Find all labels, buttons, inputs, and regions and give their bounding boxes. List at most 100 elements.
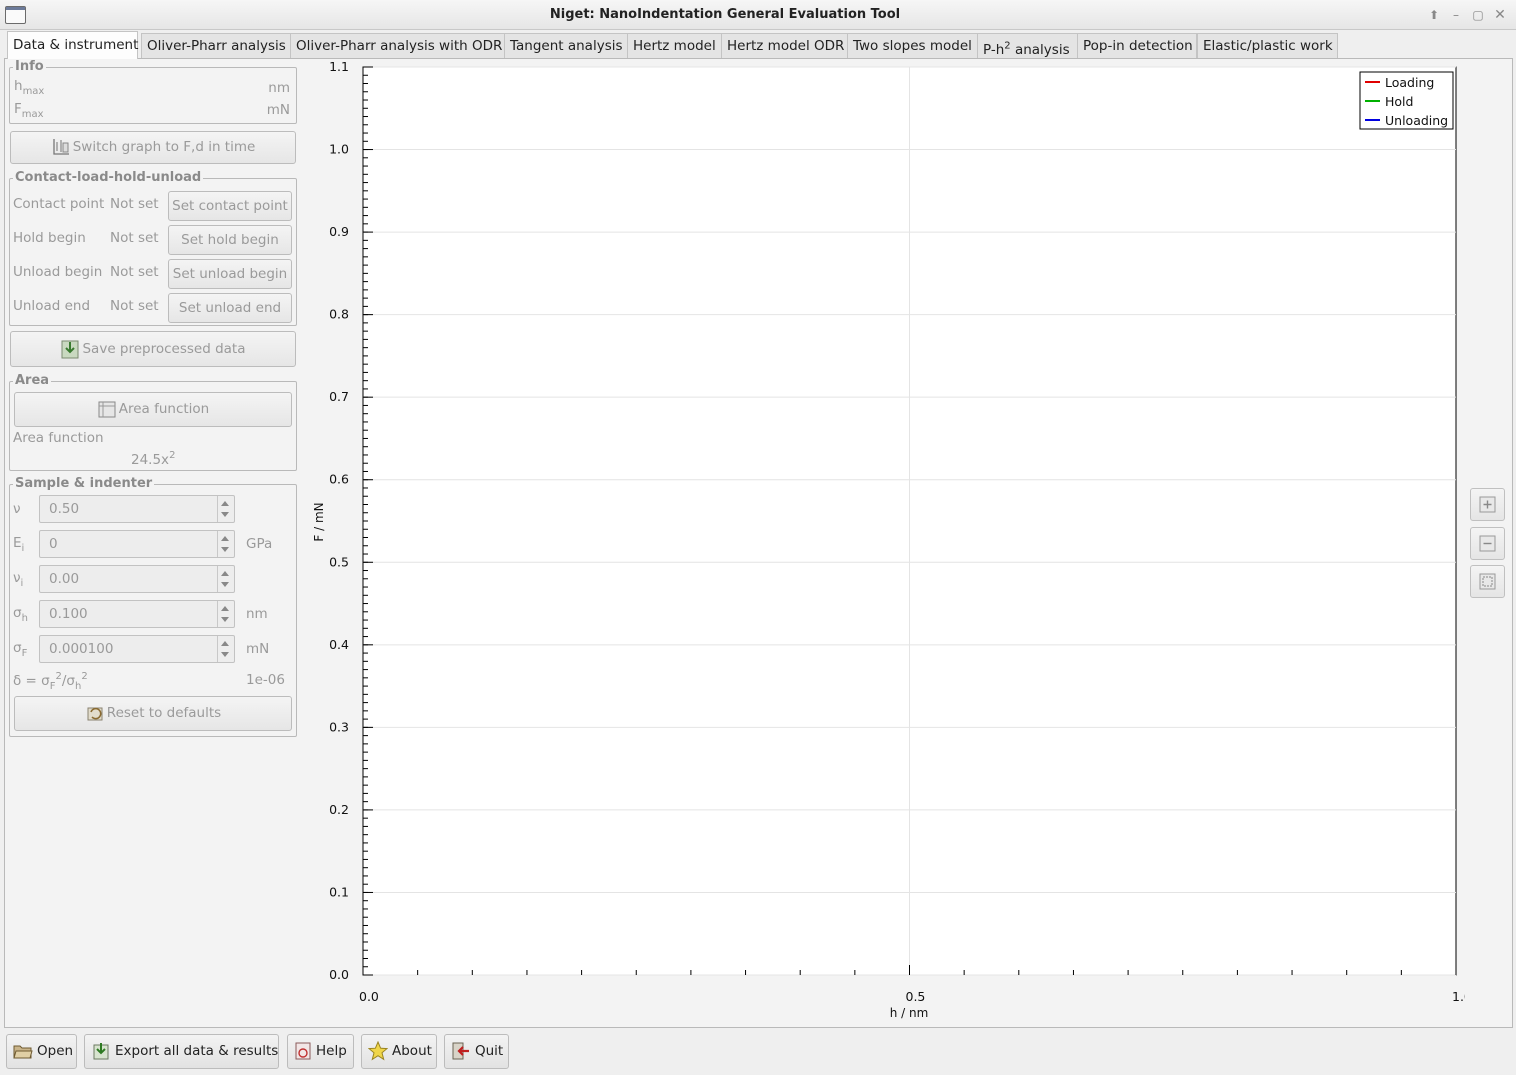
unload-end-label: Unload end — [13, 298, 91, 314]
delta-value: 1e-06 — [246, 672, 285, 688]
area-function-label: Area function — [13, 430, 104, 446]
tab-hertz-model[interactable]: Hertz model — [627, 33, 722, 58]
about-label: About — [392, 1043, 432, 1059]
hold-begin-label: Hold begin — [13, 230, 86, 246]
tab-oliver-pharr[interactable]: Oliver-Pharr analysis — [141, 33, 291, 58]
export-button[interactable]: Export all data & results — [84, 1034, 279, 1069]
delta-label: δ = σF2/σh2 — [13, 671, 88, 692]
set-contact-point-button[interactable]: Set contact point — [168, 191, 292, 221]
x-tick-label: 0.5 — [906, 989, 926, 1004]
spin-up-icon[interactable] — [221, 571, 229, 576]
y-axis-title: F / mN — [312, 502, 326, 541]
tab-label: Pop-in detection — [1083, 38, 1193, 54]
info-group: Info hmax nm Fmax mN — [9, 59, 297, 124]
nu-spinbox[interactable]: 0.50 — [39, 495, 235, 523]
tab-label: Elastic/plastic work — [1203, 38, 1333, 54]
contact-point-value: Not set — [110, 196, 159, 212]
zoom-in-button[interactable] — [1470, 488, 1505, 521]
hmax-label: hmax — [14, 78, 45, 97]
y-tick-label: 0.5 — [329, 554, 349, 569]
ei-spinbox[interactable]: 0 — [39, 530, 235, 558]
spin-up-icon[interactable] — [221, 641, 229, 646]
ei-label: Ei — [13, 535, 25, 554]
tab-data-instrument[interactable]: Data & instrument — [7, 31, 138, 59]
area-function-icon — [98, 401, 116, 418]
tab-label: P-h2 analysis — [983, 40, 1070, 58]
tab-label: Oliver-Pharr analysis with ODR — [296, 38, 503, 54]
about-button[interactable]: About — [361, 1034, 437, 1069]
unload-end-value: Not set — [110, 298, 159, 314]
minimize-icon[interactable]: – — [1448, 7, 1464, 23]
spin-down-icon[interactable] — [221, 652, 229, 657]
quit-button[interactable]: Quit — [444, 1034, 509, 1069]
tab-pop-in-detection[interactable]: Pop-in detection — [1077, 33, 1197, 58]
nu-value: 0.50 — [49, 501, 80, 517]
spin-up-icon[interactable] — [221, 536, 229, 541]
sigma-h-label: σh — [13, 605, 28, 624]
y-tick-label: 0.7 — [329, 389, 349, 404]
tab-two-slopes-model[interactable]: Two slopes model — [847, 33, 978, 58]
reset-defaults-label: Reset to defaults — [106, 705, 222, 721]
fmax-label: Fmax — [14, 101, 44, 120]
reset-defaults-button[interactable]: Reset to defaults — [14, 696, 292, 731]
spin-down-icon[interactable] — [221, 512, 229, 517]
sigma-f-spinbox[interactable]: 0.000100 — [39, 635, 235, 663]
nui-spinbox[interactable]: 0.00 — [39, 565, 235, 593]
save-icon — [61, 340, 79, 359]
sample-title: Sample & indenter — [13, 476, 155, 491]
help-button[interactable]: Help — [287, 1034, 354, 1069]
zoom-fit-button[interactable] — [1470, 565, 1505, 598]
close-icon[interactable]: ✕ — [1492, 7, 1508, 23]
force-depth-chart[interactable]: 0.0 0.1 0.2 0.3 0.4 0.5 0.6 0.7 0.8 0.9 1.0 1.1 0.0… — [305, 62, 1465, 1024]
star-icon — [368, 1041, 388, 1061]
legend-loading: Loading — [1385, 75, 1434, 90]
spin-down-icon[interactable] — [221, 547, 229, 552]
open-label: Open — [37, 1043, 74, 1059]
x-tick-label: 0.0 — [359, 989, 379, 1004]
maximize-icon[interactable]: ▢ — [1470, 7, 1486, 23]
info-title: Info — [13, 59, 46, 74]
zoom-out-icon — [1479, 535, 1496, 552]
tab-label: Two slopes model — [853, 38, 972, 54]
spin-up-icon[interactable] — [221, 501, 229, 506]
contact-title: Contact-load-hold-unload — [13, 170, 204, 185]
hold-begin-value: Not set — [110, 230, 159, 246]
sigma-f-unit: mN — [246, 641, 270, 657]
ei-unit: GPa — [246, 536, 273, 552]
nui-value: 0.00 — [49, 571, 80, 587]
spin-down-icon[interactable] — [221, 582, 229, 587]
tab-hertz-model-odr[interactable]: Hertz model ODR — [721, 33, 848, 58]
sigma-f-label: σF — [13, 640, 28, 659]
open-button[interactable]: Open — [6, 1034, 77, 1069]
area-function-button[interactable]: Area function — [14, 392, 292, 427]
zoom-out-button[interactable] — [1470, 527, 1505, 560]
spin-down-icon[interactable] — [221, 617, 229, 622]
save-preprocessed-button[interactable]: Save preprocessed data — [10, 331, 296, 367]
spin-up-icon[interactable] — [221, 606, 229, 611]
sigma-h-spinbox[interactable]: 0.100 — [39, 600, 235, 628]
tab-p-h2-analysis[interactable]: P-h2 analysis — [977, 33, 1078, 58]
y-tick-label: 0.6 — [329, 472, 349, 487]
area-function-value: 24.5x2 — [131, 450, 176, 468]
tab-oliver-pharr-odr[interactable]: Oliver-Pharr analysis with ODR — [290, 33, 505, 58]
graph-time-icon — [53, 139, 69, 155]
y-tick-label: 0.8 — [329, 307, 349, 322]
export-label: Export all data & results — [115, 1043, 279, 1059]
area-function-button-label: Area function — [118, 401, 210, 417]
folder-open-icon — [13, 1045, 33, 1059]
set-unload-end-button[interactable]: Set unload end — [168, 293, 292, 323]
hmax-unit: nm — [268, 80, 290, 96]
sigma-h-value: 0.100 — [49, 606, 88, 622]
switch-graph-button[interactable]: Switch graph to F,d in time — [10, 131, 296, 164]
tab-elastic-plastic-work[interactable]: Elastic/plastic work — [1197, 33, 1338, 58]
set-hold-begin-button[interactable]: Set hold begin — [168, 225, 292, 255]
save-preprocessed-label: Save preprocessed data — [82, 341, 246, 357]
unload-begin-value: Not set — [110, 264, 159, 280]
tab-tangent-analysis[interactable]: Tangent analysis — [504, 33, 628, 58]
area-title: Area — [13, 373, 52, 388]
export-icon — [93, 1043, 109, 1060]
y-tick-label: 0.9 — [329, 224, 349, 239]
set-unload-begin-button[interactable]: Set unload begin — [168, 259, 292, 289]
sigma-h-unit: nm — [246, 606, 268, 622]
window-up-icon[interactable]: ⬆ — [1426, 7, 1442, 23]
